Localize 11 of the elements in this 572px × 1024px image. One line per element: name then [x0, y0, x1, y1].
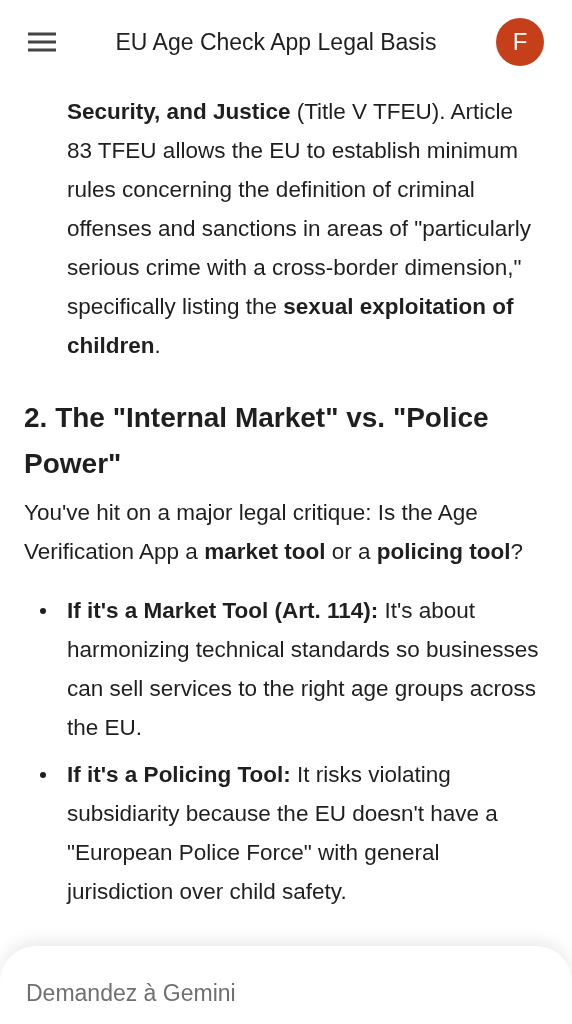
chat-title: EU Age Check App Legal Basis	[115, 28, 437, 56]
bullet-icon	[40, 772, 46, 778]
bullet-text: If it's a Policing Tool: It risks violating subsidiarity because the EU doesn't have a "European Police Force" with general jurisdiction over child safety.	[67, 761, 499, 906]
paragraph: You've hit on a major legal critique: Is the Age Verification App a market tool or a policing tool?	[24, 499, 524, 566]
avatar[interactable]: F	[496, 18, 544, 66]
menu-icon[interactable]	[28, 32, 56, 52]
section-heading: 2. The "Internal Market" vs. "Police Power"	[24, 401, 490, 481]
bullet-text: If it's a Market Tool (Art. 114): It's about harmonizing technical standards so businesses can sell services to the right age groups across the EU.	[67, 597, 540, 742]
prompt-field[interactable]: Demandez à Gemini	[26, 976, 526, 1010]
paragraph: Security, and Justice (Title V TFEU). Article 83 TFEU allows the EU to establish minimum rules concerning the definition of criminal offenses and sanctions in areas of "particularly serious crime with a cross-border dimension," specifically listing the sexual exploitation of children.	[66, 98, 533, 360]
bullet-icon	[40, 608, 46, 614]
